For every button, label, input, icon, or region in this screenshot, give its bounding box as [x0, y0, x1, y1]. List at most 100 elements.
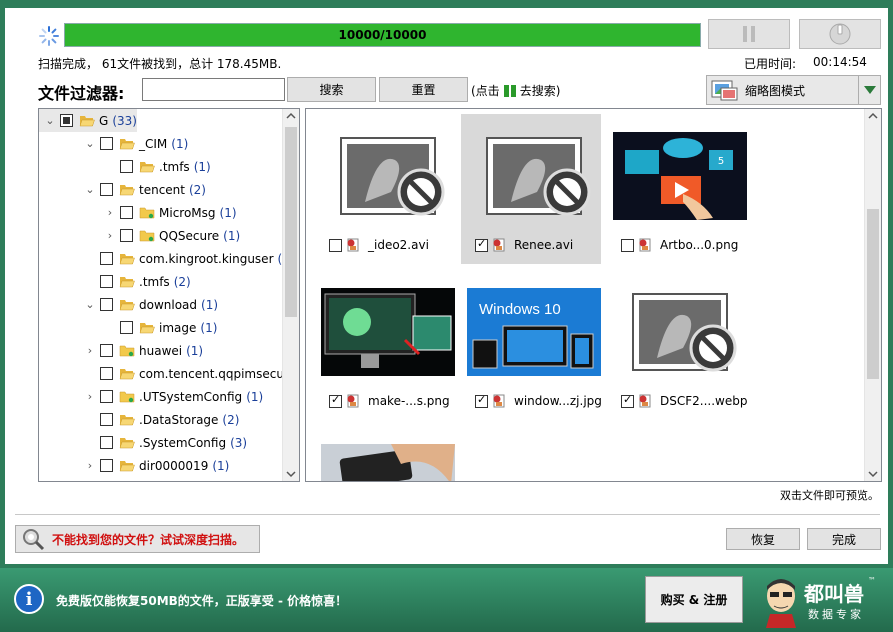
tree-item[interactable]: ⌄ tencent (2) [39, 178, 206, 201]
tree-item-label: download [139, 297, 198, 312]
tree-checkbox[interactable] [100, 252, 113, 265]
tree-item[interactable]: ⌄ _CIM (1) [39, 132, 188, 155]
tree-item[interactable]: image (1) [39, 316, 217, 339]
tree-item[interactable]: com.tencent.qqpimsecure( [39, 362, 299, 385]
finish-button[interactable]: 完成 [807, 528, 881, 550]
file-checkbox[interactable] [621, 238, 634, 252]
tree-checkbox[interactable] [100, 298, 113, 311]
file-tile[interactable]: make-...s.png [315, 270, 455, 420]
tree-checkbox[interactable] [100, 367, 113, 380]
search-button[interactable]: 搜索 [287, 77, 376, 102]
file-tile[interactable]: Renee.avi [461, 114, 601, 264]
file-checkbox[interactable] [329, 393, 342, 408]
tree-checkbox[interactable] [120, 229, 133, 242]
expand-arrow-icon[interactable]: › [84, 390, 96, 403]
scroll-down-icon[interactable] [283, 467, 299, 481]
file-tile[interactable] [315, 426, 455, 481]
tree-checkbox[interactable] [100, 413, 113, 426]
tree-item[interactable]: com.kingroot.kinguser(1) [39, 247, 295, 270]
tree-item-label: image [159, 320, 197, 335]
file-caption: DSCF2....webp [621, 393, 747, 408]
expand-arrow-icon[interactable]: › [84, 344, 96, 357]
expand-arrow-icon[interactable]: › [104, 206, 116, 219]
windows-10-devices: Windows 10 [467, 288, 601, 376]
phone-hand-photo [321, 444, 455, 481]
grid-scrollbar[interactable] [864, 109, 881, 481]
file-tile[interactable]: DSCF2....webp [607, 270, 747, 420]
buy-register-button[interactable]: 购买 & 注册 [645, 576, 743, 623]
scroll-down-icon[interactable] [865, 467, 881, 481]
brand-logo: 都叫兽 ™ 数据专家 [760, 574, 880, 628]
collapse-arrow-icon[interactable]: ⌄ [84, 298, 96, 311]
tree-item[interactable]: › .UTSystemConfig (1) [39, 385, 263, 408]
info-icon: i [14, 584, 44, 614]
stop-button[interactable] [799, 19, 881, 49]
file-checkbox[interactable] [475, 237, 488, 252]
hint-prefix: (点击 [471, 84, 500, 98]
tree-item[interactable]: › dir0000019 (1) [39, 454, 230, 477]
expand-arrow-icon[interactable]: › [84, 459, 96, 472]
folder-open-icon [79, 115, 95, 126]
file-checkbox[interactable] [621, 393, 634, 408]
tree-item[interactable]: › huawei (1) [39, 339, 203, 362]
tree-checkbox[interactable] [100, 275, 113, 288]
tree-checkbox[interactable] [120, 206, 133, 219]
file-checkbox[interactable] [329, 238, 342, 252]
tree-item-label: MicroMsg [159, 205, 216, 220]
expand-arrow-icon[interactable]: › [104, 229, 116, 242]
scroll-up-icon[interactable] [865, 109, 881, 123]
dropdown-button[interactable] [858, 76, 880, 104]
file-thumbnail-grid[interactable]: _ideo2.avi Renee.avi 5 Artbo...0.png make-..… [305, 108, 882, 482]
tree-item[interactable]: ⌄ G (33) [39, 109, 137, 132]
tree-item[interactable]: .tmfs (2) [39, 270, 191, 293]
tree-scrollbar[interactable] [282, 109, 299, 481]
file-tile[interactable]: _ideo2.avi [315, 114, 455, 264]
tree-checkbox[interactable] [100, 183, 113, 196]
tree-item[interactable]: ⌄ download (1) [39, 293, 218, 316]
folder-tree[interactable]: ⌄ G (33) ⌄ _CIM (1) .tmfs (1) ⌄ tencent (2) › MicroM… [38, 108, 300, 482]
elapsed-time-label: 已用时间: [744, 57, 797, 71]
stop-icon [829, 23, 851, 45]
svg-text:5: 5 [718, 156, 724, 167]
tree-item-label: .tmfs [139, 274, 170, 289]
collapse-arrow-icon[interactable]: ⌄ [44, 114, 56, 127]
file-tile[interactable]: Windows 10 window...zj.jpg [461, 270, 602, 420]
broken-video-thumbnail [486, 137, 591, 216]
tree-item-count: (33) [112, 113, 137, 128]
deep-scan-button[interactable]: 不能找到您的文件？试试深度扫描。 [15, 525, 260, 553]
tree-item-label: .SystemConfig [139, 435, 227, 450]
tree-checkbox[interactable] [100, 436, 113, 449]
tree-checkbox[interactable] [100, 390, 113, 403]
scroll-thumb[interactable] [867, 209, 879, 379]
view-mode-select[interactable]: 缩略图模式 [706, 75, 881, 105]
folder-open-icon [119, 184, 135, 195]
collapse-arrow-icon[interactable]: ⌄ [84, 183, 96, 196]
file-type-icon [493, 394, 505, 408]
reset-button[interactable]: 重置 [379, 77, 468, 102]
tree-checkbox[interactable] [120, 160, 133, 173]
tree-item[interactable]: .SystemConfig (3) [39, 431, 247, 454]
tree-item-label: com.tencent.qqpimsecure [139, 366, 297, 381]
file-tile[interactable]: 5 Artbo...0.png [607, 114, 747, 264]
folder-open-icon [139, 161, 155, 172]
folder-icon [119, 345, 135, 356]
tree-item[interactable]: .DataStorage (2) [39, 408, 239, 431]
file-filter-input[interactable] [142, 78, 285, 101]
tree-checkbox[interactable] [100, 344, 113, 357]
recover-button[interactable]: 恢复 [726, 528, 800, 550]
file-checkbox[interactable] [475, 393, 488, 408]
folder-open-icon [139, 322, 155, 333]
tree-checkbox[interactable] [100, 459, 113, 472]
tree-checkbox[interactable] [120, 321, 133, 334]
tree-item-label: G [99, 113, 109, 128]
tree-checkbox[interactable] [100, 137, 113, 150]
pause-button[interactable] [708, 19, 790, 49]
tree-item[interactable]: .tmfs (1) [39, 155, 211, 178]
tree-item-label: huawei [139, 343, 183, 358]
scroll-thumb[interactable] [285, 127, 297, 317]
tree-item[interactable]: › QQSecure (1) [39, 224, 240, 247]
tree-checkbox[interactable] [60, 114, 73, 127]
tree-item[interactable]: › MicroMsg (1) [39, 201, 237, 224]
collapse-arrow-icon[interactable]: ⌄ [84, 137, 96, 150]
scroll-up-icon[interactable] [283, 109, 299, 123]
